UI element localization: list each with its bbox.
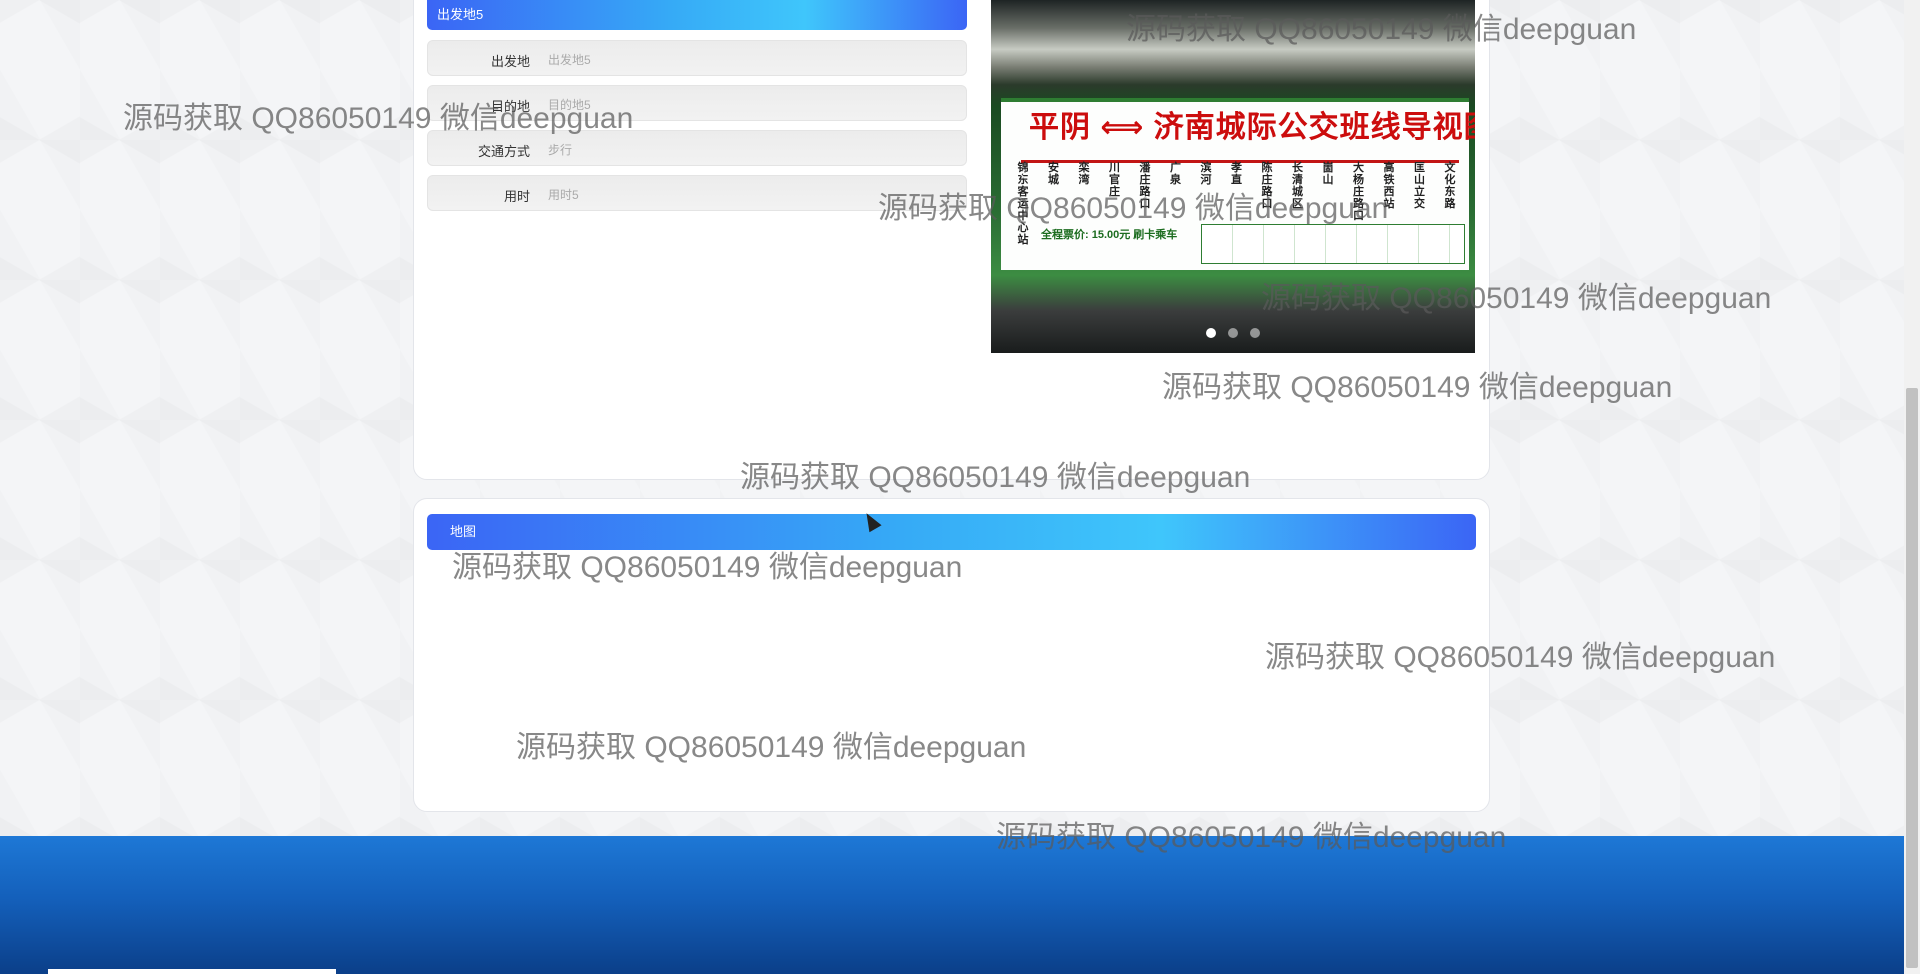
- carousel-dot[interactable]: [1228, 328, 1238, 338]
- field-duration: 用时 用时5: [427, 175, 967, 211]
- carousel-dot[interactable]: [1205, 328, 1216, 338]
- page-footer: [0, 836, 1904, 974]
- stop-name: 川官庄: [1109, 162, 1120, 198]
- sign-price: 全程票价: 15.00元 刷卡乘车: [1041, 229, 1178, 241]
- timetable: [1201, 224, 1465, 264]
- stop-name: 大杨庄路口: [1353, 162, 1364, 222]
- stop-name: 长清城区: [1292, 162, 1303, 210]
- stop-name: 高铁西站: [1383, 162, 1395, 210]
- field-value: 目的地5: [548, 98, 591, 112]
- carousel-image: 平阴 ⟺ 济南城际公交班线导视图 锦东客运中心站 安城 栾湾 川官庄 潘庄路口 广泉 滨河孝…: [1001, 98, 1475, 270]
- field-transport: 交通方式 步行: [427, 130, 967, 166]
- taskbar-indicator: [48, 969, 336, 974]
- map-title-bar: 地图: [427, 514, 1476, 550]
- scrollbar-thumb[interactable]: [1906, 388, 1918, 968]
- field-label: 出发地: [490, 54, 530, 69]
- carousel-dot[interactable]: [1250, 328, 1261, 338]
- detail-title: 出发地5: [437, 7, 484, 22]
- stop-name: 潘庄路口: [1139, 162, 1151, 210]
- field-label: 交通方式: [477, 144, 530, 159]
- sign-title: 平阴 ⟺ 济南城际公交班线导视图: [1029, 111, 1475, 144]
- chevron-right-icon[interactable]: ›: [1440, 160, 1447, 186]
- chevron-left-icon[interactable]: ‹: [1019, 160, 1026, 186]
- image-carousel[interactable]: 平阴 ⟺ 济南城际公交班线导视图 锦东客运中心站 安城 栾湾 川官庄 潘庄路口 广泉 滨河孝…: [991, 0, 1475, 353]
- map-title: 地图: [450, 524, 477, 539]
- field-value: 出发地5: [548, 53, 591, 67]
- field-departure: 出发地 出发地5: [427, 40, 967, 76]
- field-value: 用时5: [548, 188, 579, 202]
- stop-name: 栾湾: [1078, 162, 1090, 186]
- stop-name: 匡山立交: [1414, 162, 1425, 210]
- detail-title-bar: 出发地5: [427, 0, 967, 30]
- carousel-indicators: [991, 325, 1475, 343]
- stop-name: 滨河: [1200, 162, 1212, 186]
- field-destination: 目的地 目的地5: [427, 85, 967, 121]
- field-value: 步行: [548, 143, 573, 157]
- stop-name: 安城: [1048, 162, 1059, 186]
- stop-name: 广泉: [1170, 162, 1181, 186]
- stop-name: 陈庄路口: [1261, 162, 1273, 210]
- field-label: 目的地: [490, 99, 530, 114]
- stop-name: 崮山: [1322, 162, 1334, 186]
- field-label: 用时: [503, 189, 530, 204]
- stop-name: 孝直: [1231, 162, 1242, 186]
